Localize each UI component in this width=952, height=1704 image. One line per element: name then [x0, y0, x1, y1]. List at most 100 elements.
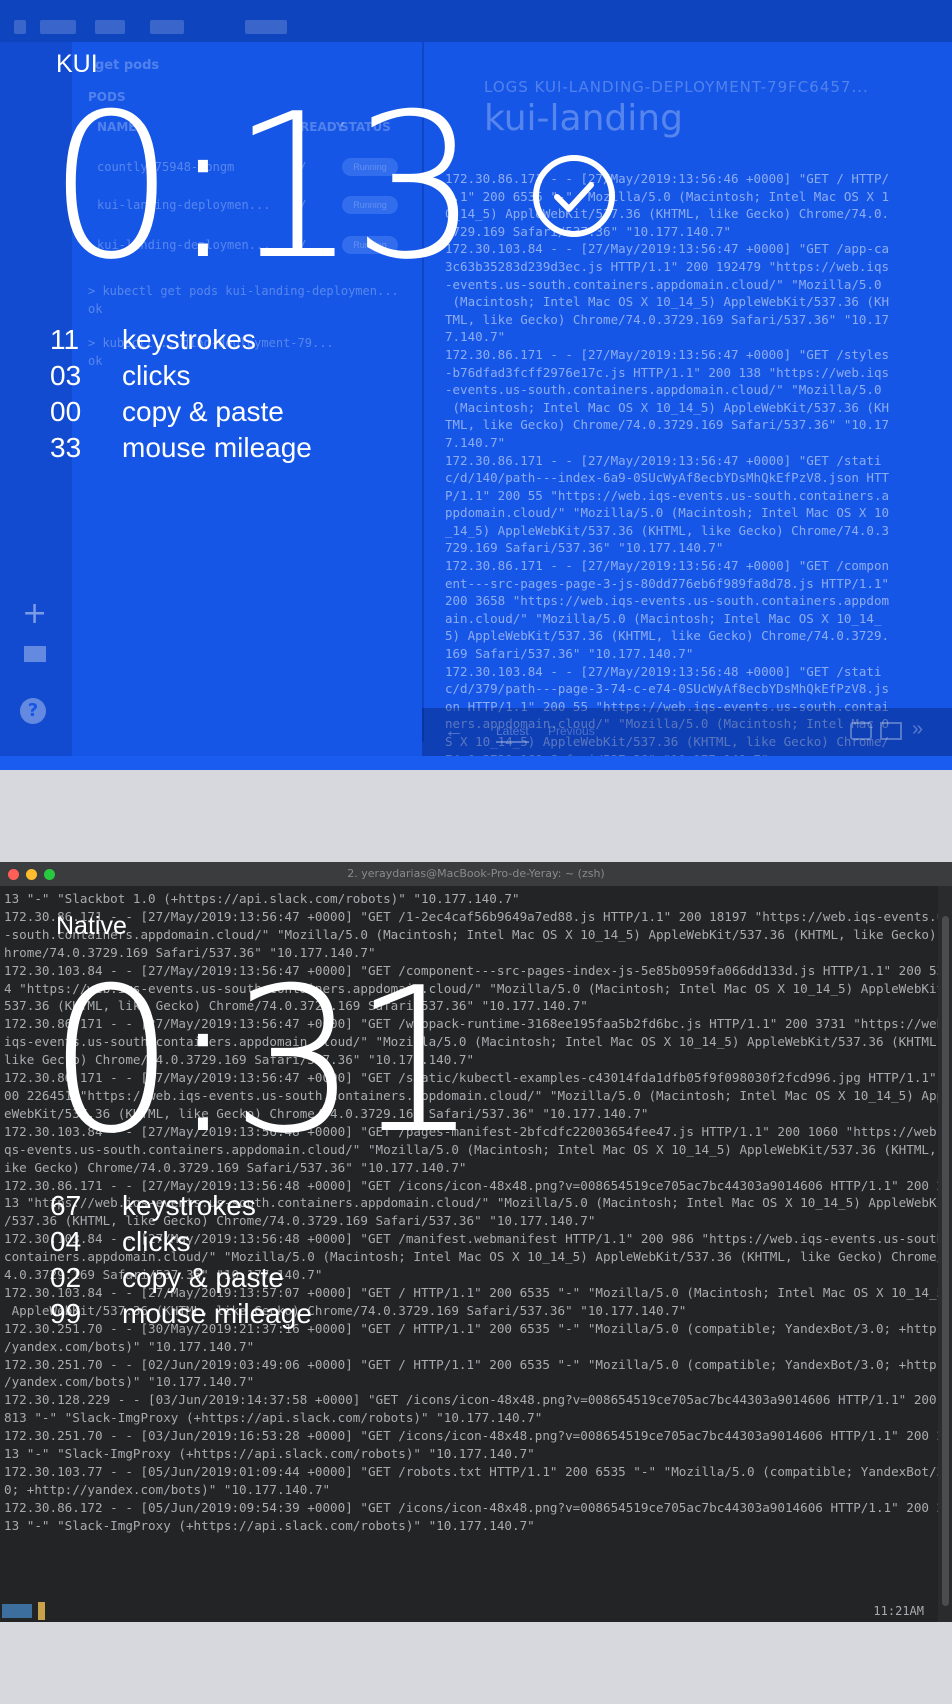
- double-chevron-right-icon[interactable]: »: [912, 718, 923, 741]
- stat-copy-paste: 00 copy & paste: [50, 394, 312, 430]
- log-line: 3729.169 Safari/537.36" "10.177.140.7": [445, 223, 731, 239]
- log-line: 200 3658 "https://web.iqs-events.us-sout…: [445, 593, 890, 609]
- log-line: -events.us-south.containers.appdomain.cl…: [445, 276, 882, 292]
- kui-topbar-tab[interactable]: [40, 20, 76, 34]
- log-line: 172.30.86.171 - - [27/May/2019:13:56:47 …: [445, 558, 890, 574]
- stat-copy-paste: 02 copy & paste: [50, 1260, 312, 1296]
- log-line: c/d/379/path---page-3-74-c-e74-0SUcWyAf8…: [445, 681, 890, 697]
- log-line: 1.1" 200 6535 "-" "Mozilla/5.0 (Macintos…: [445, 188, 890, 204]
- terminal-line: 13 "-" "Slack-ImgProxy (+https://api.sla…: [4, 1446, 535, 1462]
- log-line: -events.us-south.containers.appdomain.cl…: [445, 382, 882, 398]
- help-icon[interactable]: ?: [20, 698, 46, 724]
- ghost-log-lines: 172.30.86.171 - - [27/May/2019:13:56:46 …: [445, 170, 925, 770]
- kui-topbar-tab[interactable]: [150, 20, 184, 34]
- plus-icon[interactable]: +: [22, 596, 47, 631]
- check-mark-icon: [554, 182, 594, 212]
- kui-bottom-strip: [0, 756, 952, 770]
- log-line: P/1.1" 200 55 "https://web.iqs-events.us…: [445, 487, 890, 503]
- log-line: ain.cloud/" "Mozilla/5.0 (Macintosh; Int…: [445, 610, 882, 626]
- stat-value: 33: [50, 432, 82, 463]
- stat-keystrokes: 11 keystrokes: [50, 322, 312, 358]
- log-line: 729.169 Safari/537.36" "10.177.140.7": [445, 540, 724, 556]
- terminal-line: 13 "-" "Slack-ImgProxy (+https://api.sla…: [4, 1517, 535, 1533]
- terminal-line: 172.30.86.172 - - [05/Jun/2019:09:54:39 …: [4, 1499, 952, 1515]
- terminal-line: 172.30.86.171 - - [27/May/2019:13:56:47 …: [4, 908, 952, 924]
- log-line: (Macintosh; Intel Mac OS X 10_14_5) Appl…: [445, 294, 890, 310]
- terminal-clock: 11:21AM: [873, 1604, 924, 1618]
- kui-topbar-tab[interactable]: [245, 20, 287, 34]
- ghost-logs-title: kui-landing: [484, 98, 683, 139]
- terminal-line: /yandex.com/bots)" "10.177.140.7": [4, 1374, 255, 1390]
- stat-label: mouse mileage: [122, 1298, 312, 1329]
- terminal-line: 0; +http://yandex.com/bots)" "10.177.140…: [4, 1481, 331, 1497]
- kui-panel: get pods PODS NAME READY STATUS countly-…: [0, 0, 952, 770]
- terminal-line: 172.30.128.229 - - [03/Jun/2019:14:37:58…: [4, 1392, 952, 1408]
- log-line: 5) AppleWebKit/537.36 (KHTML, like Gecko…: [445, 628, 890, 644]
- log-line: 0_14_5) AppleWebKit/537.36 (KHTML, like …: [445, 206, 890, 222]
- terminal-scrollbar[interactable]: [938, 886, 952, 1622]
- log-line: TML, like Gecko) Chrome/74.0.3729.169 Sa…: [445, 311, 890, 327]
- log-line: 172.30.86.171 - - [27/May/2019:13:56:47 …: [445, 452, 882, 468]
- tab-latest[interactable]: Latest: [496, 724, 529, 743]
- stat-value: 04: [50, 1226, 82, 1257]
- log-line: 169 Safari/537.36" "10.177.140.7": [445, 646, 694, 662]
- native-stats: 67 keystrokes 04 clicks 02 copy & paste 99 m…: [50, 1188, 312, 1332]
- kui-topbar-tab[interactable]: [95, 20, 125, 34]
- stat-value: 00: [50, 396, 82, 427]
- log-line: 7.140.7": [445, 329, 506, 345]
- terminal-icon[interactable]: [24, 646, 46, 662]
- kui-timer: 0:13: [48, 71, 479, 304]
- stat-label: clicks: [122, 1226, 191, 1257]
- stat-label: copy & paste: [122, 396, 284, 427]
- scroll-thumb[interactable]: [942, 916, 949, 1606]
- stat-label: mouse mileage: [122, 432, 312, 463]
- log-line: TML, like Gecko) Chrome/74.0.3729.169 Sa…: [445, 417, 890, 433]
- terminal-line: 172.30.251.70 - - [02/Jun/2019:03:49:06 …: [4, 1356, 952, 1372]
- camera-icon[interactable]: [850, 722, 872, 740]
- log-line: ent---src-pages-page-3-js-80dd776eb6f989…: [445, 575, 890, 591]
- stat-label: keystrokes: [122, 1190, 256, 1221]
- stat-label: copy & paste: [122, 1262, 284, 1293]
- check-circle-icon: [533, 155, 615, 237]
- stat-mouse-mileage: 99 mouse mileage: [50, 1296, 312, 1332]
- terminal-line: 813 "-" "Slack-ImgProxy (+https://api.sl…: [4, 1410, 543, 1426]
- native-timer: 0:31: [48, 945, 479, 1178]
- terminal-cursor: [38, 1602, 45, 1620]
- prompt-icon: [2, 1604, 32, 1618]
- log-line: (Macintosh; Intel Mac OS X 10_14_5) Appl…: [445, 399, 890, 415]
- terminal-title-bar: 2. yeraydarias@MacBook-Pro-de-Yeray: ~ (…: [0, 862, 952, 886]
- stat-clicks: 03 clicks: [50, 358, 312, 394]
- log-line: c/d/140/path---index-6a9-0SUcWyAf8ecbYDs…: [445, 470, 890, 486]
- stat-value: 03: [50, 360, 82, 391]
- stat-label: keystrokes: [122, 324, 256, 355]
- tab-previous[interactable]: Previous: [548, 724, 595, 738]
- terminal-line: -south.containers.appdomain.cloud/" "Moz…: [4, 926, 952, 942]
- kui-bottom-toolbar: ← Latest Previous »: [422, 708, 952, 758]
- log-line: 172.30.86.171 - - [27/May/2019:13:56:47 …: [445, 346, 890, 362]
- log-line: 172.30.103.84 - - [27/May/2019:13:56:47 …: [445, 241, 890, 257]
- stat-mouse-mileage: 33 mouse mileage: [50, 430, 312, 466]
- log-line: ppdomain.cloud/" "Mozilla/5.0 (Macintosh…: [445, 505, 890, 521]
- stat-value: 99: [50, 1298, 82, 1329]
- stat-value: 11: [50, 324, 80, 355]
- log-line: 172.30.103.84 - - [27/May/2019:13:56:48 …: [445, 663, 882, 679]
- terminal-line: 172.30.251.70 - - [03/Jun/2019:16:53:28 …: [4, 1428, 952, 1444]
- log-line: 3c63b35283d239d3ec.js HTTP/1.1" 200 1924…: [445, 258, 890, 274]
- log-line: 7.140.7": [445, 434, 506, 450]
- stat-value: 02: [50, 1262, 82, 1293]
- stat-label: clicks: [122, 360, 191, 391]
- terminal-window: 2. yeraydarias@MacBook-Pro-de-Yeray: ~ (…: [0, 862, 952, 1622]
- ghost-logs-header: LOGS KUI-LANDING-DEPLOYMENT-79FC6457...: [484, 78, 869, 96]
- log-line: -b76dfad3fcff2976e17c.js HTTP/1.1" 200 1…: [445, 364, 890, 380]
- stat-clicks: 04 clicks: [50, 1224, 312, 1260]
- terminal-line: 172.30.103.77 - - [05/Jun/2019:01:09:44 …: [4, 1464, 952, 1479]
- stat-keystrokes: 67 keystrokes: [50, 1188, 312, 1224]
- window-icon[interactable]: [880, 722, 902, 740]
- kui-top-bar: [0, 0, 952, 42]
- log-line: _14_5) AppleWebKit/537.36 (KHTML, like G…: [445, 522, 890, 538]
- native-label: Native: [56, 912, 127, 940]
- kui-topbar-control[interactable]: [14, 20, 26, 34]
- back-arrow-icon[interactable]: ←: [444, 720, 464, 743]
- terminal-line: 13 "-" "Slackbot 1.0 (+https://api.slack…: [4, 891, 520, 906]
- kui-stats: 11 keystrokes 03 clicks 00 copy & paste 33 m…: [50, 322, 312, 466]
